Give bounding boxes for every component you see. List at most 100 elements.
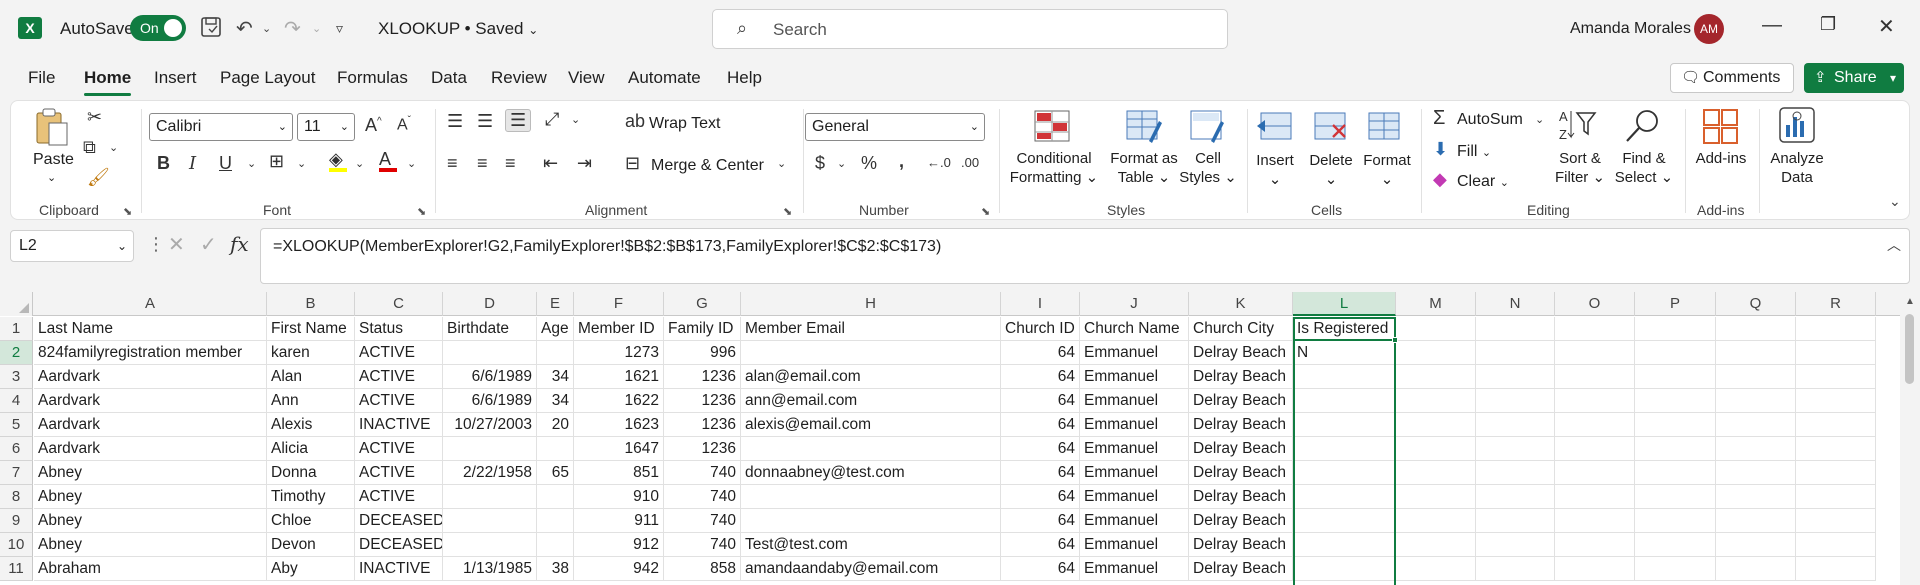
format-as-table-icon[interactable]	[1125, 109, 1163, 145]
table-cell[interactable]: 64	[1001, 437, 1080, 461]
table-cell[interactable]: Abney	[34, 509, 267, 533]
table-cell[interactable]	[1796, 437, 1876, 461]
table-cell[interactable]: Delray Beach	[1189, 509, 1293, 533]
table-cell[interactable]: Delray Beach	[1189, 341, 1293, 365]
table-cell[interactable]: alan@email.com	[741, 365, 1001, 389]
table-cell[interactable]: Test@test.com	[741, 533, 1001, 557]
header-cell[interactable]: Last Name	[34, 317, 267, 341]
table-cell[interactable]: karen	[267, 341, 355, 365]
table-cell[interactable]: Delray Beach	[1189, 365, 1293, 389]
header-cell[interactable]	[1476, 317, 1555, 341]
formula-bar-handle-icon[interactable]: ⋮	[147, 234, 165, 255]
font-size-select[interactable]: 11 ⌄	[297, 113, 355, 141]
table-cell[interactable]: 1236	[664, 437, 741, 461]
table-cell[interactable]: Alicia	[267, 437, 355, 461]
table-cell[interactable]	[1635, 533, 1716, 557]
clear-icon[interactable]: ◆	[1433, 169, 1447, 190]
table-cell[interactable]	[537, 533, 574, 557]
table-cell[interactable]: 1236	[664, 365, 741, 389]
wrap-text-button[interactable]: Wrap Text	[649, 115, 720, 133]
table-cell[interactable]	[443, 341, 537, 365]
fill-button[interactable]: Fill ⌄	[1457, 143, 1491, 161]
table-cell[interactable]: 64	[1001, 533, 1080, 557]
table-cell[interactable]: 1273	[574, 341, 664, 365]
fill-color-dropdown-icon[interactable]: ⌄	[355, 157, 364, 170]
ribbon-collapse-icon[interactable]: ⌄	[1889, 193, 1901, 210]
wrap-text-icon[interactable]: ab	[625, 111, 645, 132]
minimize-icon[interactable]: —	[1762, 14, 1782, 37]
table-cell[interactable]	[741, 485, 1001, 509]
merge-center-button[interactable]: Merge & Center	[651, 157, 764, 175]
header-cell[interactable]: Member ID	[574, 317, 664, 341]
header-cell[interactable]: Church Name	[1080, 317, 1189, 341]
autosum-button[interactable]: AutoSum	[1457, 111, 1523, 129]
cancel-entry-icon[interactable]: ✕	[168, 232, 185, 257]
row-header-7[interactable]: 7	[0, 461, 33, 485]
table-cell[interactable]	[1716, 389, 1796, 413]
find-select-icon[interactable]	[1623, 107, 1661, 143]
format-button[interactable]: Format ⌄	[1359, 151, 1415, 189]
header-cell[interactable]: Church City	[1189, 317, 1293, 341]
table-cell[interactable]: Emmanuel	[1080, 341, 1189, 365]
table-cell[interactable]: 65	[537, 461, 574, 485]
increase-font-icon[interactable]: A^	[365, 115, 382, 136]
tab-file[interactable]: File	[28, 68, 55, 88]
table-cell[interactable]	[1293, 461, 1396, 485]
table-cell[interactable]	[1396, 533, 1476, 557]
autosum-icon[interactable]: Σ	[1433, 107, 1445, 130]
table-cell[interactable]: INACTIVE	[355, 557, 443, 581]
paste-label[interactable]: Paste	[33, 151, 74, 169]
table-cell[interactable]	[1635, 485, 1716, 509]
table-cell[interactable]	[1476, 413, 1555, 437]
table-cell[interactable]	[1396, 365, 1476, 389]
table-cell[interactable]	[1716, 341, 1796, 365]
cell-styles-icon[interactable]	[1189, 109, 1227, 145]
row-header-9[interactable]: 9	[0, 509, 33, 533]
table-cell[interactable]	[443, 485, 537, 509]
orientation-dropdown-icon[interactable]: ⌄	[571, 113, 580, 126]
table-cell[interactable]	[537, 485, 574, 509]
table-cell[interactable]	[1555, 509, 1635, 533]
add-ins-icon[interactable]	[1701, 107, 1739, 144]
row-header-2[interactable]: 2	[0, 341, 33, 365]
table-cell[interactable]	[537, 341, 574, 365]
header-cell[interactable]: Is Registered	[1293, 317, 1396, 341]
column-header-l[interactable]: L	[1293, 292, 1396, 316]
table-cell[interactable]	[1396, 557, 1476, 581]
table-cell[interactable]	[1476, 533, 1555, 557]
formula-collapse-icon[interactable]: ︿	[1887, 235, 1901, 255]
table-cell[interactable]: Emmanuel	[1080, 485, 1189, 509]
align-center-icon[interactable]: ≡	[477, 153, 488, 174]
align-middle-icon[interactable]: ☰	[477, 111, 493, 132]
header-cell[interactable]: Church ID	[1001, 317, 1080, 341]
table-cell[interactable]: ACTIVE	[355, 341, 443, 365]
table-cell[interactable]: Emmanuel	[1080, 389, 1189, 413]
tab-home[interactable]: Home	[84, 68, 132, 96]
delete-button[interactable]: Delete ⌄	[1303, 151, 1359, 189]
table-cell[interactable]	[1796, 341, 1876, 365]
table-cell[interactable]	[1635, 509, 1716, 533]
table-cell[interactable]: 1236	[664, 413, 741, 437]
table-cell[interactable]: 740	[664, 533, 741, 557]
column-header-q[interactable]: Q	[1716, 292, 1796, 316]
column-header-a[interactable]: A	[34, 292, 267, 316]
document-title[interactable]: XLOOKUP • Saved ⌄	[378, 19, 538, 39]
table-cell[interactable]	[1476, 365, 1555, 389]
table-cell[interactable]: 858	[664, 557, 741, 581]
table-cell[interactable]	[1635, 365, 1716, 389]
header-cell[interactable]: Birthdate	[443, 317, 537, 341]
table-cell[interactable]: Devon	[267, 533, 355, 557]
table-cell[interactable]: Donna	[267, 461, 355, 485]
save-icon[interactable]	[200, 16, 222, 44]
column-header-i[interactable]: I	[1001, 292, 1080, 316]
font-name-select[interactable]: Calibri ⌄	[149, 113, 293, 141]
tab-insert[interactable]: Insert	[154, 68, 197, 88]
alignment-launcher-icon[interactable]: ⬊	[783, 205, 792, 218]
sort-filter-icon[interactable]: AZ	[1557, 107, 1597, 143]
number-launcher-icon[interactable]: ⬊	[981, 205, 990, 218]
table-cell[interactable]: donnaabney@test.com	[741, 461, 1001, 485]
table-cell[interactable]: Aardvark	[34, 389, 267, 413]
fill-color-icon[interactable]: ◈	[329, 149, 347, 172]
clipboard-launcher-icon[interactable]: ⬊	[123, 205, 132, 218]
header-cell[interactable]	[1796, 317, 1876, 341]
